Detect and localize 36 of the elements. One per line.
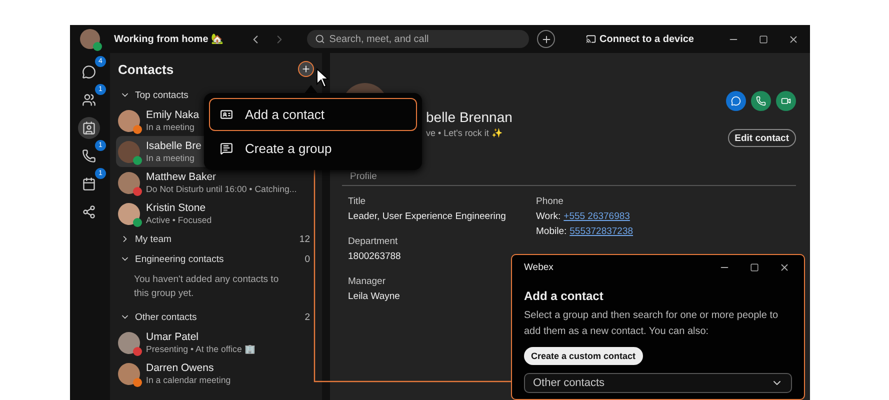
- group-label: My team: [135, 234, 172, 244]
- empty-message: You haven't added any contacts to this group yet.: [134, 273, 280, 301]
- contact-name: Umar Patel: [146, 331, 199, 343]
- contact-name: Darren Owens: [146, 362, 214, 374]
- contact-status: Presenting • At the office 🏢: [146, 344, 256, 354]
- group-count: 2: [304, 312, 310, 322]
- contact-name: Matthew Baker: [146, 171, 216, 183]
- field-label: Department: [348, 236, 398, 247]
- profile-name: belle Brennan: [426, 109, 512, 125]
- group-label: Other contacts: [135, 312, 197, 322]
- field-value: Leila Wayne: [348, 291, 400, 302]
- dialog-title: Webex: [524, 262, 554, 272]
- contact-name: Isabelle Bre: [146, 140, 202, 152]
- dialog-text: Select a group and then search for one or more people to add them as a new contact. You can also:: [524, 309, 780, 339]
- panel-title: Contacts: [118, 62, 174, 76]
- group-label: Top contacts: [135, 90, 188, 100]
- phone-label: Work:: [536, 211, 561, 222]
- field-value: 1800263788: [348, 251, 401, 262]
- group-count: 0: [304, 254, 310, 264]
- profile-status: ve • Let's rock it ✨: [426, 128, 502, 138]
- field-label: Title: [348, 196, 366, 207]
- contact-status: In a calendar meeting: [146, 375, 231, 385]
- field-label: Phone: [536, 196, 564, 207]
- contact-status: In a meeting: [146, 122, 194, 132]
- field-value: Leader, User Experience Engineering: [348, 211, 506, 222]
- group-count: 12: [299, 234, 310, 244]
- contact-name: Emily Naka: [146, 109, 200, 121]
- field-label: Manager: [348, 276, 386, 287]
- contact-name: Kristin Stone: [146, 202, 206, 214]
- contact-status: In a meeting: [146, 153, 194, 163]
- group-label: Engineering contacts: [135, 254, 224, 264]
- contact-status: Do Not Disturb until 16:00 • Catching...: [146, 184, 297, 194]
- phone-label: Mobile:: [536, 226, 567, 237]
- dialog-heading: Add a contact: [524, 289, 604, 303]
- contact-status: Active • Focused: [146, 215, 212, 225]
- status-text: Working from home 🏡: [114, 33, 224, 45]
